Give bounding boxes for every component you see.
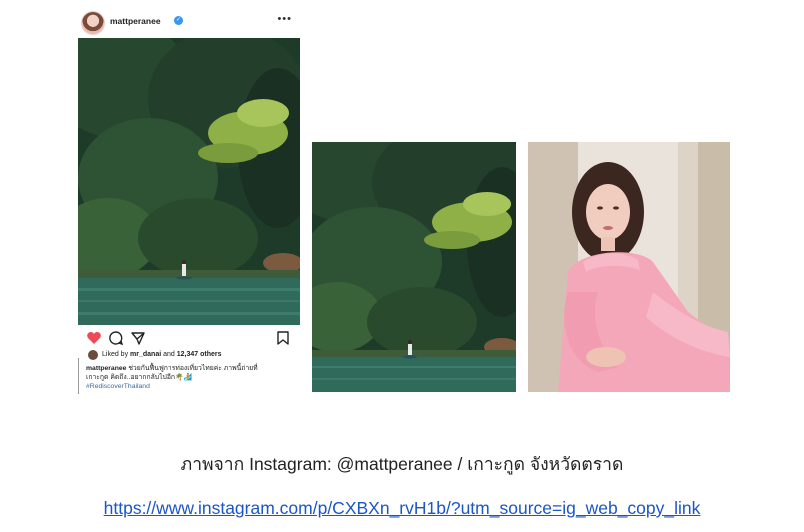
caption-line-2: เกาะกูด คิดถึง..อยากกลับไปอีก🌴🏄 (86, 374, 192, 381)
avatar[interactable] (82, 12, 104, 34)
photo-credit: ภาพจาก Instagram: @mattperanee / เกาะกูด… (180, 454, 624, 474)
post-photo[interactable] (78, 38, 300, 325)
post-caption: mattperanee ช่วยกันฟื้นฟูการท่องเที่ยวไท… (86, 364, 294, 391)
more-options-icon[interactable]: ••• (277, 13, 292, 25)
verified-badge-icon: ✓ (174, 16, 183, 25)
likes-text: Liked by mr_danai and 12,347 others (102, 351, 222, 358)
caption-username[interactable]: mattperanee (86, 365, 126, 372)
likes-middle: and (163, 351, 175, 358)
bookmark-icon[interactable] (275, 330, 291, 346)
likes-count[interactable]: 12,347 others (177, 351, 222, 358)
woman-pink-dress-image (528, 142, 730, 392)
liker-username[interactable]: mr_danai (130, 351, 161, 358)
post-actions (78, 328, 300, 348)
comment-icon[interactable] (108, 330, 124, 346)
likes-line: Liked by mr_danai and 12,347 others (78, 350, 300, 362)
instagram-post: mattperanee ✓ ••• Liked by mr_danai and … (78, 10, 300, 394)
caption-hashtag[interactable]: #RediscoverThailand (86, 382, 294, 391)
heart-icon[interactable] (86, 330, 102, 346)
liker-avatar[interactable] (88, 350, 98, 360)
caption-line-1: ช่วยกันฟื้นฟูการท่องเที่ยวไทยค่ะ ภาพนี้ถ… (128, 365, 258, 372)
jungle-lake-photo (78, 38, 300, 325)
jungle-lake-photo-crop (312, 142, 516, 392)
send-icon[interactable] (130, 330, 146, 346)
instagram-link[interactable]: https://www.instagram.com/p/CXBXn_rvH1b/… (0, 498, 804, 519)
jungle-lake-image (312, 142, 516, 392)
post-username[interactable]: mattperanee (110, 16, 161, 26)
portrait-photo (528, 142, 730, 392)
likes-prefix: Liked by (102, 351, 129, 358)
post-header: mattperanee ✓ ••• (78, 10, 300, 38)
caption-divider (78, 358, 79, 394)
